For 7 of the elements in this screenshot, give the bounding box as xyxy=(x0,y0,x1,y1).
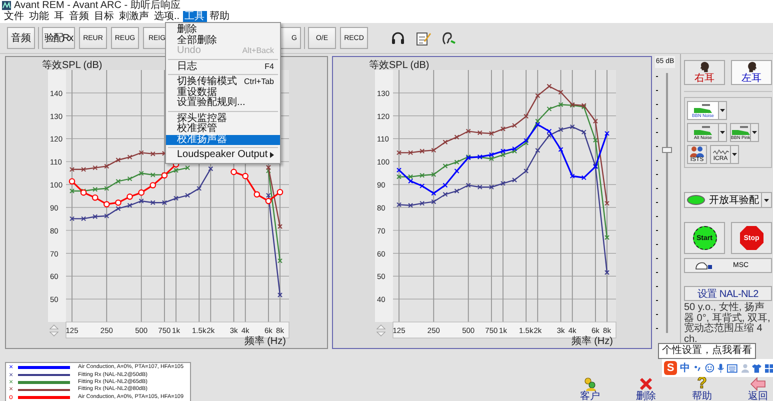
tooltip: 个性设置，点我看看 xyxy=(658,343,756,359)
y-axis-title: 等效SPL (dB) xyxy=(369,60,430,71)
y-axis-title: 等效SPL (dB) xyxy=(42,60,102,71)
x-axis-title: 频率 (Hz) xyxy=(571,336,613,347)
x-axis-title: 频率 (Hz) xyxy=(244,336,286,347)
settings-description: 50 y.o., 女性, 扬声器 0°, 耳背式, 双耳, 宽动态范围压缩 4 ch. xyxy=(684,303,772,344)
question-icon: ? xyxy=(697,377,707,391)
